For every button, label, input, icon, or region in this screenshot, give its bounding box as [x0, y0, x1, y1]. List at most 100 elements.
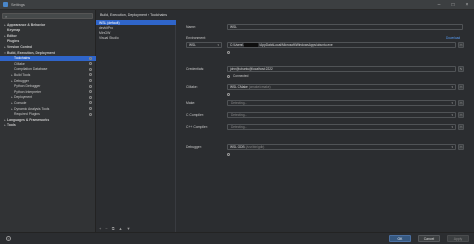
c-compiler-label: C Compiler:: [186, 113, 204, 117]
sidebar-item[interactable]: ▸ Editor: [0, 33, 96, 38]
download-link[interactable]: Download: [446, 36, 460, 40]
debugger-value: WSL GDB: [230, 145, 245, 149]
sidebar-item-label: Editor: [7, 33, 17, 38]
environment-path-field[interactable]: C:\Users\ \AppData\Local\Microsoft\Windo…: [227, 42, 456, 48]
cmake-version: (cmake/cmake): [248, 85, 271, 89]
sidebar-item[interactable]: CMake: [0, 61, 96, 66]
name-field[interactable]: WSL: [227, 24, 463, 30]
sidebar-item[interactable]: Python Debugger: [0, 84, 96, 89]
project-scope-icon: [89, 62, 92, 66]
cpp-compiler-value: Detecting...: [231, 125, 248, 129]
c-compiler-select[interactable]: Detecting...: [227, 112, 456, 118]
debugger-version: (/usr/bin/gdb): [245, 145, 265, 149]
toolchain-item[interactable]: Visual Studio: [96, 35, 176, 40]
toolchain-list: WSL (default) devkitPro MinGW Visual Studio…: [96, 20, 176, 232]
cmake-status-icon: [227, 93, 230, 96]
list-toolbar: + − ⧉ ▲ ▼: [96, 224, 176, 232]
name-label: Name:: [186, 25, 196, 29]
project-scope-icon: [89, 67, 92, 71]
app-icon: [3, 2, 8, 7]
minimize-icon[interactable]: –: [432, 0, 446, 10]
browse-cpp-compiler-icon[interactable]: ▭: [458, 124, 464, 130]
sidebar-item-label: Appearance & Behavior: [7, 22, 46, 27]
maximize-icon[interactable]: □: [446, 0, 460, 10]
sidebar-item[interactable]: ▸ Deployment: [0, 95, 96, 100]
cancel-button[interactable]: Cancel: [418, 235, 440, 242]
sidebar-item[interactable]: ▾ Build, Execution, Deployment: [0, 50, 96, 55]
edit-credentials-icon[interactable]: ✎: [458, 66, 464, 72]
credentials-label: Credentials:: [186, 67, 205, 71]
sidebar-item-label: Tools: [7, 123, 16, 128]
dialog-footer: ? OK Cancel Apply: [0, 232, 474, 244]
cmake-select[interactable]: WSL CMake (cmake/cmake): [227, 84, 456, 90]
redacted-username: [244, 43, 259, 47]
make-value: Detecting...: [231, 101, 248, 105]
credentials-value: john@ubuntu@localhost:2222: [230, 67, 273, 71]
sidebar-item[interactable]: Keymap: [0, 28, 96, 33]
sidebar-item[interactable]: ▸ Build Tools: [0, 72, 96, 77]
sidebar-item[interactable]: ▸ Tools: [0, 123, 96, 128]
main-panel: Build, Execution, Deployment › Toolchain…: [96, 10, 474, 232]
sidebar-item[interactable]: ▸ Languages & Frameworks: [0, 117, 96, 122]
remove-icon[interactable]: −: [105, 226, 107, 231]
project-scope-icon: [89, 84, 92, 88]
move-up-icon[interactable]: ▲: [119, 226, 123, 231]
project-scope-icon: [89, 101, 92, 105]
move-down-icon[interactable]: ▼: [127, 226, 131, 231]
ok-button[interactable]: OK: [389, 235, 411, 242]
sidebar-item-label: Plugins: [7, 39, 20, 44]
name-value: WSL: [230, 25, 237, 29]
connected-status: Connected: [233, 74, 249, 78]
settings-search-input[interactable]: ⌕: [2, 13, 93, 19]
sidebar-item-label: Python Debugger: [14, 84, 41, 89]
credentials-field[interactable]: john@ubuntu@localhost:2222: [227, 66, 456, 72]
sidebar-item-label: Keymap: [7, 28, 21, 33]
environment-type-value: WSL: [189, 43, 196, 47]
add-icon[interactable]: +: [99, 226, 101, 231]
make-label: Make:: [186, 101, 196, 105]
sidebar-item-label: Python Interpreter: [14, 89, 42, 94]
make-select[interactable]: Detecting...: [227, 100, 456, 106]
debugger-status-icon: [227, 153, 230, 156]
sidebar-item-label: Build Tools: [14, 72, 31, 77]
sidebar-item-label: CMake: [14, 61, 25, 66]
sidebar-item[interactable]: ▸ Appearance & Behavior: [0, 22, 96, 27]
help-icon[interactable]: ?: [6, 236, 11, 241]
sidebar-item[interactable]: Required Plugins: [0, 112, 96, 117]
cpp-compiler-select[interactable]: Detecting...: [227, 124, 456, 130]
sidebar-item[interactable]: ▸ Dynamic Analysis Tools: [0, 106, 96, 111]
status-icon: [227, 51, 230, 54]
sidebar-item[interactable]: Toolchains: [0, 55, 96, 61]
sidebar-item-label: Deployment: [14, 95, 33, 100]
browse-make-icon[interactable]: ▭: [458, 100, 464, 106]
window-title: Settings: [11, 2, 25, 7]
sidebar-item-label: Build, Execution, Deployment: [7, 50, 55, 55]
browse-cmake-icon[interactable]: ▭: [458, 84, 464, 90]
browse-debugger-icon[interactable]: ▭: [458, 144, 464, 150]
close-icon[interactable]: ×: [460, 0, 474, 10]
cpp-compiler-label: C++ Compiler:: [186, 125, 208, 129]
project-scope-icon: [89, 95, 92, 99]
sidebar-item-label: Toolchains: [14, 56, 31, 61]
debugger-label: Debugger:: [186, 145, 202, 149]
sidebar-item[interactable]: ▸ Console: [0, 100, 96, 105]
project-scope-icon: [89, 56, 92, 60]
browse-folder-icon[interactable]: ▭: [458, 42, 464, 48]
sidebar-item[interactable]: Compilation Database: [0, 67, 96, 72]
env-path-prefix: C:\Users\: [230, 43, 244, 47]
copy-icon[interactable]: ⧉: [112, 226, 115, 231]
sidebar-item[interactable]: Plugins: [0, 39, 96, 44]
environment-type-select[interactable]: WSL: [186, 42, 222, 48]
cmake-label: CMake:: [186, 85, 198, 89]
sidebar-item[interactable]: Python Interpreter: [0, 89, 96, 94]
sidebar-item[interactable]: ▸ Debugger: [0, 78, 96, 83]
browse-c-compiler-icon[interactable]: ▭: [458, 112, 464, 118]
debugger-select[interactable]: WSL GDB (/usr/bin/gdb): [227, 144, 456, 150]
sidebar-item[interactable]: ▸ Version Control: [0, 44, 96, 49]
settings-sidebar: ⌕ ▸ Appearance & Behavior Keymap ▸ Editor Plu…: [0, 10, 96, 232]
apply-button[interactable]: Apply: [447, 235, 469, 242]
project-scope-icon: [89, 73, 92, 77]
cmake-value: WSL CMake: [230, 85, 248, 89]
project-scope-icon: [89, 112, 92, 116]
sidebar-item-label: Debugger: [14, 78, 29, 83]
